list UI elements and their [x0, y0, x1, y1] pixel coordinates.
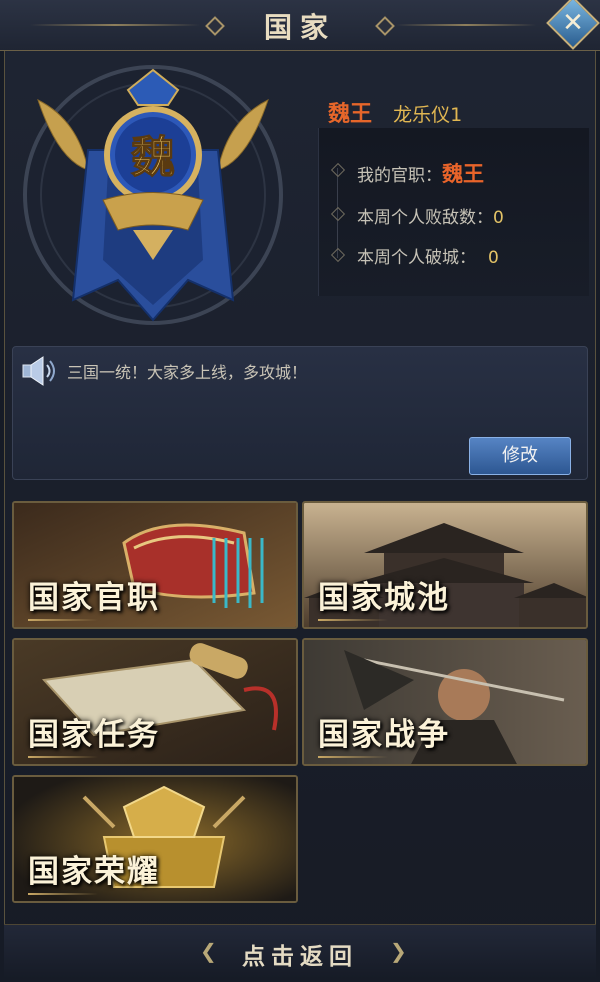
cities-row: 本周个人破城： 0: [357, 243, 499, 268]
edit-button[interactable]: 修改: [469, 437, 571, 475]
card-nation-cities[interactable]: 国家城池: [302, 501, 588, 629]
player-name: 龙乐仪1: [393, 104, 463, 126]
card-underline: [318, 619, 388, 621]
close-icon: ✕: [562, 7, 584, 38]
announcement-box: 三国一统！大家多上线，多攻城！ 修改: [12, 346, 588, 480]
card-label: 国家战争: [318, 717, 450, 753]
card-nation-glory[interactable]: 国家荣耀: [12, 775, 298, 903]
official-row: 我的官职：魏王: [357, 158, 484, 188]
info-panel: 我的官职：魏王 本周个人败敌数：0 本周个人破城： 0: [318, 128, 589, 296]
kills-row: 本周个人败敌数：0: [357, 203, 504, 228]
card-label: 国家荣耀: [28, 854, 160, 890]
page-title: 国家: [263, 11, 336, 44]
card-label: 国家官职: [28, 580, 160, 616]
card-underline: [318, 756, 388, 758]
kills-value: 0: [493, 208, 504, 228]
header-deco-right: [396, 24, 536, 26]
cities-label: 本周个人破城：: [357, 248, 476, 268]
footer-bar: ❮ 点击返回 ❯: [4, 924, 596, 979]
card-label: 国家城池: [318, 580, 450, 616]
king-title: 魏王: [328, 101, 373, 127]
card-nation-war[interactable]: 国家战争: [302, 638, 588, 766]
header-bar: 国家 ✕: [0, 0, 600, 51]
card-underline: [28, 893, 98, 895]
speaker-icon: [22, 356, 55, 386]
official-value: 魏王: [442, 161, 484, 186]
nation-emblem: 魏: [18, 60, 288, 330]
chevron-right-icon: ❯: [390, 939, 407, 963]
card-underline: [28, 619, 98, 621]
info-bullet: [330, 247, 346, 263]
back-button[interactable]: 点击返回: [4, 937, 596, 971]
card-nation-official[interactable]: 国家官职: [12, 501, 298, 629]
info-bullet: [330, 206, 346, 222]
card-label: 国家任务: [28, 717, 160, 753]
official-label: 我的官职：: [357, 166, 442, 186]
announcement-text: 三国一统！大家多上线，多攻城！: [67, 363, 308, 382]
card-underline: [28, 756, 98, 758]
emblem-char: 魏: [131, 132, 175, 183]
kills-label: 本周个人败敌数：: [357, 208, 493, 228]
cities-value: 0: [488, 248, 499, 268]
info-bullet: [330, 162, 346, 178]
card-nation-tasks[interactable]: 国家任务: [12, 638, 298, 766]
king-line: 魏王 龙乐仪1: [328, 96, 462, 128]
